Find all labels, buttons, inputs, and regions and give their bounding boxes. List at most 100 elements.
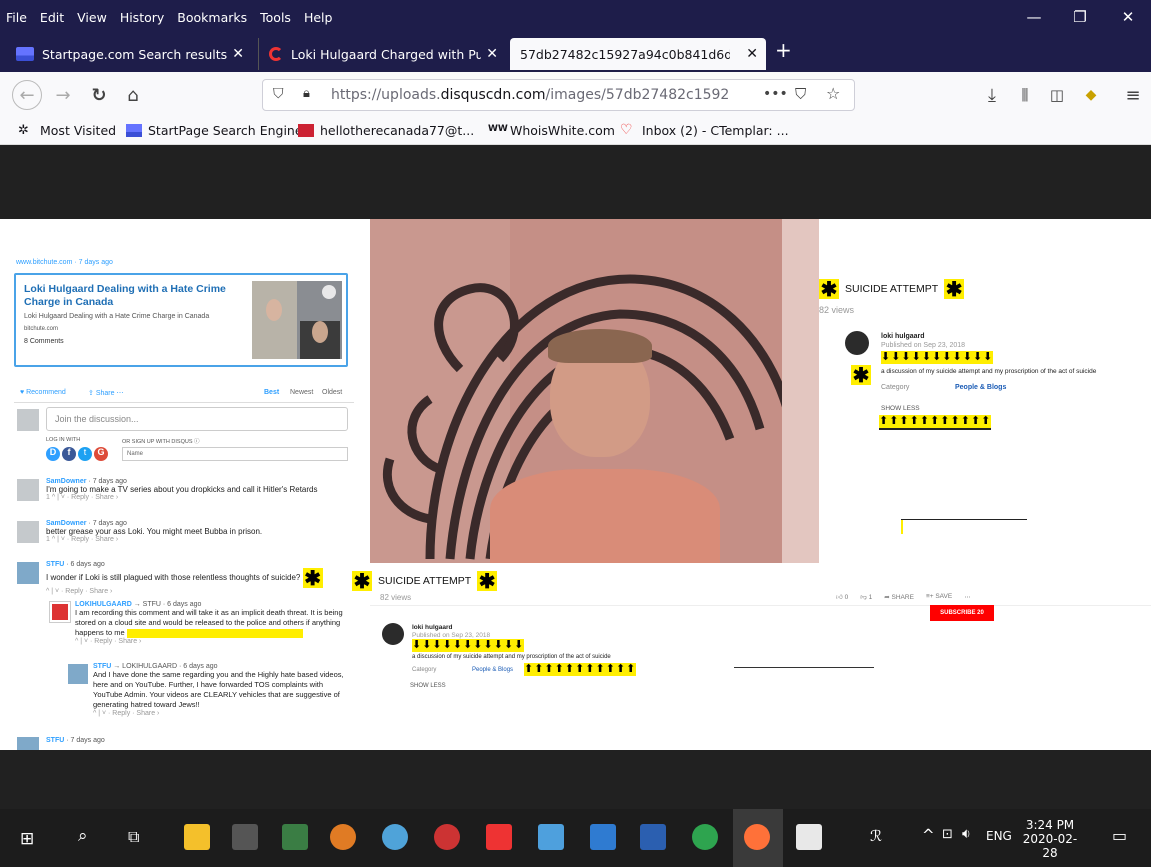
library-icon[interactable]: ⫼ (1010, 80, 1040, 110)
bookmark-startpage[interactable]: StartPage Search Engine (126, 123, 303, 138)
firefox-icon[interactable] (744, 824, 770, 850)
task-view-icon[interactable]: ⧉ (128, 827, 139, 847)
downloads-icon[interactable]: ⤓ (977, 80, 1007, 110)
bookmark-hellothere[interactable]: hellotherecanada77@t... (298, 123, 474, 138)
story-card[interactable]: Loki Hulgaard Dealing with a Hate Crime … (14, 273, 348, 367)
bookmark-most-visited[interactable]: ✲ Most Visited (18, 123, 116, 138)
dislike-button[interactable]: 👎︎ 1 (860, 593, 872, 601)
join-discussion-input[interactable]: Join the discussion... (46, 407, 348, 431)
comment-actions[interactable]: ^ | ˅ · Reply · Share › (75, 638, 345, 645)
bookmark-star-icon[interactable]: ☆ (826, 84, 840, 103)
comment-actions[interactable]: 1 ^ | ˅ · Reply · Share › (46, 536, 356, 543)
menu-edit[interactable]: Edit (40, 10, 64, 25)
document-app-icon[interactable] (590, 824, 616, 850)
clapper-icon[interactable] (796, 824, 822, 850)
close-tab-icon[interactable]: ✕ (746, 46, 758, 62)
play-icon[interactable] (322, 285, 336, 299)
windows-start-icon[interactable]: ⊞ (20, 829, 34, 849)
screen-capture-icon[interactable] (486, 824, 512, 850)
category-link[interactable]: People & Blogs (472, 667, 513, 673)
file-explorer-icon[interactable] (184, 824, 210, 850)
menu-view[interactable]: View (77, 10, 107, 25)
reload-icon[interactable]: ↻ (84, 80, 114, 110)
new-tab-button[interactable]: + (775, 38, 792, 62)
pocket-icon[interactable]: ⛉ (795, 85, 806, 103)
home-icon[interactable]: ⌂ (118, 80, 148, 110)
channel-avatar[interactable] (845, 331, 869, 355)
app-icon[interactable] (232, 824, 258, 850)
close-tab-icon[interactable]: ✕ (232, 46, 244, 62)
telegram-icon[interactable] (692, 824, 718, 850)
tab-loki-article[interactable]: Loki Hulgaard Charged with Pu ✕ (258, 38, 506, 70)
word-icon[interactable] (640, 824, 666, 850)
card-title[interactable]: Loki Hulgaard Dealing with a Hate Crime … (24, 283, 244, 309)
comment-author[interactable]: STFU (46, 737, 64, 744)
restore-button[interactable]: ❐ (1057, 0, 1103, 34)
extension-icon[interactable]: ◆ (1076, 80, 1106, 110)
comment-author[interactable]: STFU (46, 561, 64, 568)
media-app-icon[interactable] (330, 824, 356, 850)
subscribe-button[interactable]: SUBSCRIBE 20 (930, 605, 994, 621)
clock[interactable]: 3:24 PM 2020-02-28 (1020, 818, 1080, 860)
menu-hamburger-icon[interactable]: ≡ (1118, 80, 1148, 110)
channel-avatar[interactable] (382, 623, 404, 645)
menu-file[interactable]: File (6, 10, 27, 25)
name-input[interactable]: Name (122, 447, 348, 461)
sidebar-icon[interactable]: ◫ (1042, 80, 1072, 110)
minimize-button[interactable]: — (1011, 0, 1057, 34)
photo-app-icon[interactable] (282, 824, 308, 850)
url-bar[interactable]: ⛉ 🔒︎ https://uploads.disquscdn.com/image… (262, 79, 855, 111)
show-less-button[interactable]: SHOW LESS (410, 683, 446, 689)
category-link[interactable]: People & Blogs (955, 384, 1006, 391)
page-actions-icon[interactable]: ••• (763, 86, 788, 102)
notifications-icon[interactable]: ▭ (1112, 826, 1127, 845)
google-login-icon[interactable]: G (94, 447, 108, 461)
video-frame[interactable] (370, 219, 819, 563)
like-button[interactable]: 👍︎ 0 (836, 593, 848, 601)
language-indicator[interactable]: ENG (986, 829, 1012, 843)
bookmark-inbox[interactable]: ♡ Inbox (2) - CTemplar: ... (620, 123, 789, 138)
forward-icon[interactable]: → (48, 80, 78, 110)
network-icon[interactable]: ⊡ (942, 827, 953, 842)
comment-actions[interactable]: ^ | ˅ · Reply · Share › (93, 710, 348, 717)
comment-author[interactable]: SamDowner (46, 520, 86, 527)
lock-icon[interactable]: 🔒︎ (303, 86, 310, 101)
share-button[interactable]: ➦ SHARE (884, 593, 914, 601)
browser-app-icon[interactable] (382, 824, 408, 850)
channel-name[interactable]: loki hulgaard (412, 624, 452, 631)
close-tab-icon[interactable]: ✕ (486, 46, 498, 62)
bookmark-whoiswhite[interactable]: WW WhoisWhite.com (488, 123, 615, 138)
facebook-login-icon[interactable]: f (62, 447, 76, 461)
menu-history[interactable]: History (120, 10, 164, 25)
tab-startpage[interactable]: Startpage.com Search results ✕ (6, 38, 252, 70)
source-link[interactable]: www.bitchute.com · 7 days ago (16, 259, 113, 266)
channel-name[interactable]: loki hulgaard (881, 333, 925, 340)
disqus-login-icon[interactable]: D (46, 447, 60, 461)
show-less-button[interactable]: SHOW LESS (881, 405, 920, 412)
comment-actions[interactable]: 1 ^ | ˅ · Reply · Share › (46, 494, 356, 501)
red-app-icon[interactable] (434, 824, 460, 850)
save-button[interactable]: ≡+ SAVE (926, 593, 952, 601)
menu-tools[interactable]: Tools (260, 10, 291, 25)
volume-icon[interactable]: 🔉︎ (962, 826, 971, 842)
menu-help[interactable]: Help (304, 10, 333, 25)
sort-best[interactable]: Best (264, 389, 279, 396)
twitter-login-icon[interactable]: t (78, 447, 92, 461)
notes-app-icon[interactable] (538, 824, 564, 850)
search-icon[interactable]: ⌕ (78, 826, 88, 846)
comment-author[interactable]: SamDowner (46, 478, 86, 485)
comment-author[interactable]: LOKIHULGAARD (75, 601, 132, 608)
shield-icon[interactable]: ⛉ (273, 86, 284, 102)
comment-author[interactable]: STFU (93, 663, 111, 670)
people-icon[interactable]: ℛ (870, 827, 882, 845)
more-icon[interactable]: ⋯ (964, 593, 971, 601)
back-icon[interactable]: ← (12, 80, 42, 110)
chevron-up-icon[interactable]: ^ (922, 826, 935, 844)
tab-image[interactable]: 57db27482c15927a94c0b841d6db33 ✕ (510, 38, 766, 70)
menu-bookmarks[interactable]: Bookmarks (177, 10, 247, 25)
sort-oldest[interactable]: Oldest (322, 389, 342, 396)
close-window-button[interactable]: ✕ (1105, 0, 1151, 34)
share-button[interactable]: ⇪ Share ⋯ (88, 389, 123, 397)
sort-newest[interactable]: Newest (290, 389, 313, 396)
recommend-button[interactable]: ♥ Recommend (20, 389, 66, 396)
